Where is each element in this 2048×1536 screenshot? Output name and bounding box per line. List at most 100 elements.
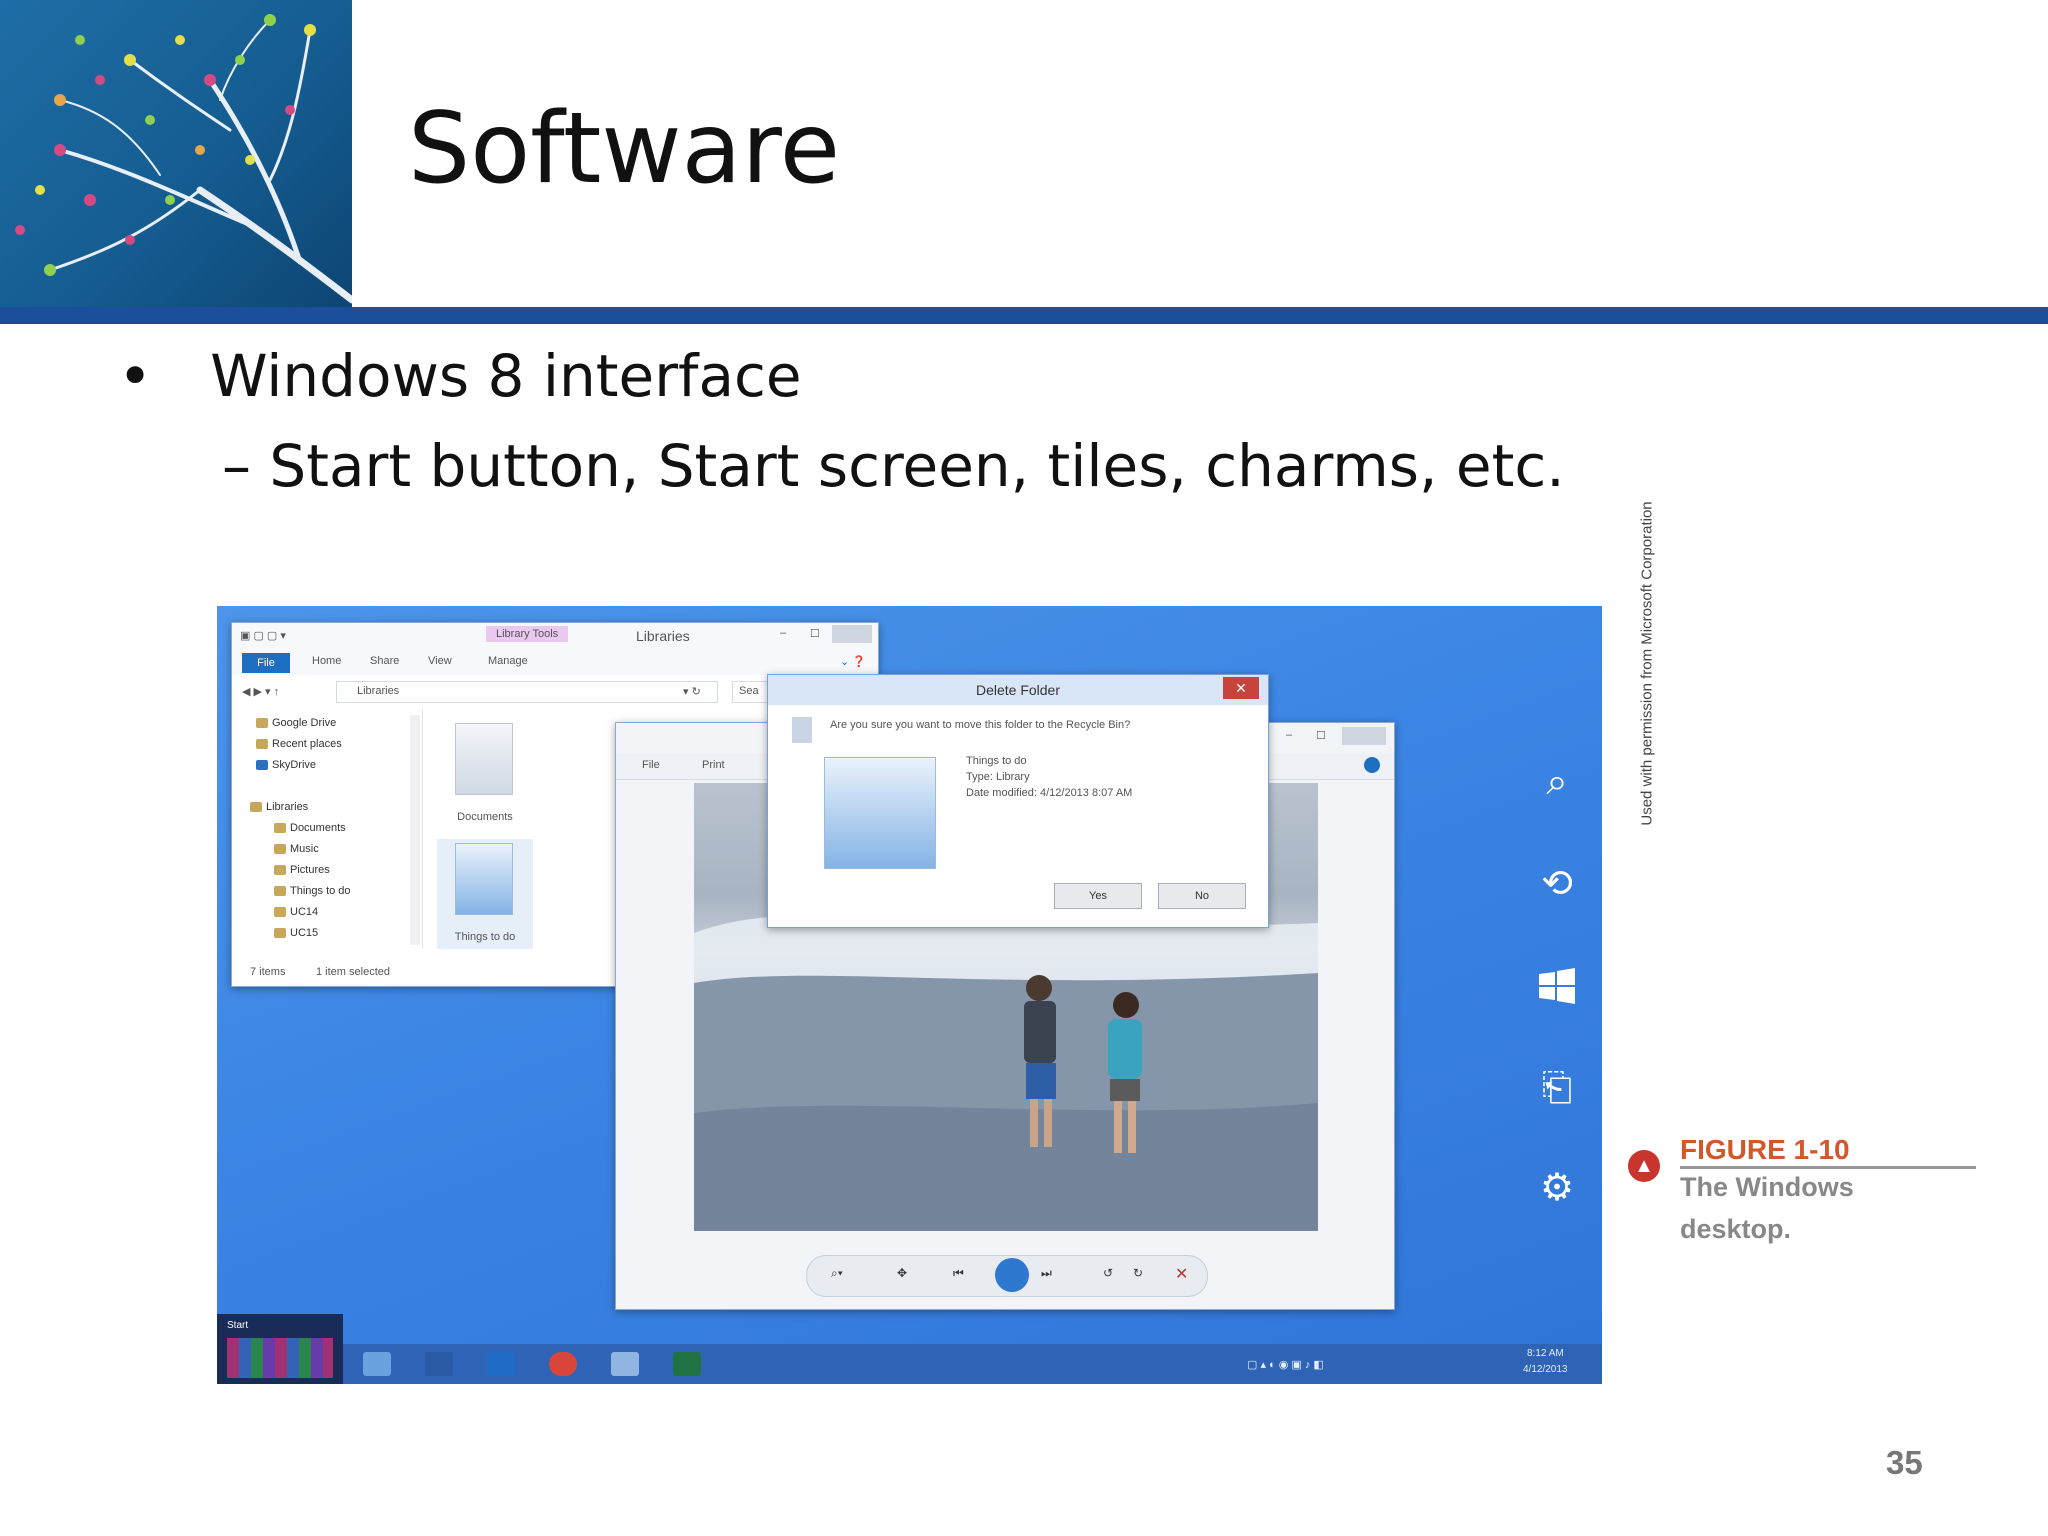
start-screen-thumbnail[interactable]: Start xyxy=(217,1314,343,1384)
zoom-icon[interactable]: ⌕▾ xyxy=(831,1266,843,1281)
nav-item[interactable]: SkyDrive xyxy=(256,759,316,771)
library-tile[interactable]: Documents xyxy=(437,723,533,833)
item-name: Things to do xyxy=(966,755,1027,767)
close-icon[interactable] xyxy=(832,625,872,643)
chrome-icon[interactable] xyxy=(549,1352,577,1376)
library-icon xyxy=(824,757,936,869)
minimize-icon[interactable]: ‒ xyxy=(1286,729,1292,741)
slide-number: 35 xyxy=(1886,1444,1923,1481)
yes-button[interactable]: Yes xyxy=(1054,883,1142,909)
nav-item[interactable]: UC14 xyxy=(274,906,318,918)
rotate-right-icon[interactable]: ↻ xyxy=(1133,1266,1143,1280)
selection-count: 1 item selected xyxy=(316,966,390,978)
credit-line: Used with permission from Microsoft Corp… xyxy=(1634,480,1656,850)
nav-item[interactable]: Google Drive xyxy=(256,717,336,729)
share-icon[interactable]: ⟲ xyxy=(1537,864,1577,904)
help-icon[interactable]: ⌄ ❓ xyxy=(840,655,866,668)
viewer-controls: ⌕▾ ✥ ⏮ ⏭ ↺ ↻ ✕ xyxy=(806,1255,1208,1297)
navigation-pane: Google Drive Recent places SkyDrive Libr… xyxy=(232,709,422,949)
search-icon[interactable]: ⌕ xyxy=(1537,762,1577,802)
item-type: Type: Library xyxy=(966,771,1030,783)
clock-date[interactable]: 4/12/2013 xyxy=(1523,1364,1568,1375)
clock-time[interactable]: 8:12 AM xyxy=(1527,1348,1564,1359)
taskbar: ▢ ▴ ◐ ◉ ▣ ♪ ◧ 8:12 AM 4/12/2013 xyxy=(217,1344,1602,1384)
credit-text: Used with permission from Microsoft Corp… xyxy=(1638,501,1656,826)
slide-title: Software xyxy=(408,92,841,206)
nav-item[interactable]: UC15 xyxy=(274,927,318,939)
header-tree-logo xyxy=(0,0,352,307)
rotate-left-icon[interactable]: ↺ xyxy=(1103,1266,1113,1280)
maximize-icon[interactable]: ☐ xyxy=(810,627,820,640)
figure-rule xyxy=(1680,1166,1976,1169)
dialog-close-button[interactable]: ✕ xyxy=(1223,677,1259,699)
item-count: 7 items xyxy=(250,966,286,978)
outlook-icon[interactable] xyxy=(487,1352,515,1376)
bullet-item: • Windows 8 interface xyxy=(118,342,802,410)
refresh-icon[interactable]: ▾ ↻ xyxy=(683,685,701,698)
library-tile-selected[interactable]: Things to do xyxy=(437,839,533,949)
explorer-title: Libraries xyxy=(636,628,690,644)
tile-grid xyxy=(227,1338,333,1378)
publisher-logo-icon: ▲ xyxy=(1628,1150,1660,1182)
things-to-do-icon xyxy=(455,843,513,915)
nav-item[interactable]: Recent places xyxy=(256,738,342,750)
menu-file[interactable]: File xyxy=(642,759,660,771)
address-text: Libraries xyxy=(357,685,400,697)
explorer-titlebar: ▣ ▢ ▢ ▾ Library Tools Libraries ‒ ☐ xyxy=(232,623,878,651)
nav-item[interactable]: Things to do xyxy=(274,885,351,897)
start-icon[interactable] xyxy=(1537,966,1577,1006)
tab-view[interactable]: View xyxy=(428,655,452,667)
scrollbar[interactable] xyxy=(410,715,420,945)
nav-item[interactable]: Libraries xyxy=(250,801,308,813)
menu-print[interactable]: Print xyxy=(702,759,725,771)
previous-icon[interactable]: ⏮ xyxy=(953,1266,964,1281)
tree-illustration xyxy=(15,14,352,304)
library-label: Documents xyxy=(457,811,513,823)
tab-share[interactable]: Share xyxy=(370,655,399,667)
windows-logo xyxy=(1539,968,1575,1004)
figure-label: FIGURE 1-10 xyxy=(1680,1134,1850,1165)
excel-icon[interactable] xyxy=(673,1352,701,1376)
tray-icons[interactable]: ▢ ▴ ◐ ◉ ▣ ♪ ◧ xyxy=(1247,1358,1324,1371)
library-label: Things to do xyxy=(454,931,516,943)
nav-item[interactable]: Pictures xyxy=(274,864,330,876)
close-icon[interactable] xyxy=(1342,727,1386,745)
back-forward-icons[interactable]: ◀ ▶ ▾ ↑ xyxy=(242,685,279,698)
recycle-bin-icon xyxy=(792,717,812,743)
figure-caption-line-2: desktop. xyxy=(1680,1214,1792,1244)
quick-access-icons[interactable]: ▣ ▢ ▢ ▾ xyxy=(240,629,286,642)
maximize-icon[interactable]: ☐ xyxy=(1316,729,1326,742)
next-icon[interactable]: ⏭ xyxy=(1041,1266,1052,1281)
item-date: Date modified: 4/12/2013 8:07 AM xyxy=(966,787,1133,799)
search-placeholder: Sea xyxy=(739,685,759,697)
ribbon-tabs: File Home Share View Manage ⌄ ❓ xyxy=(232,651,878,676)
minimize-icon[interactable]: ‒ xyxy=(780,627,786,639)
delete-folder-dialog: Delete Folder ✕ Are you sure you want to… xyxy=(767,674,1269,928)
address-bar[interactable]: Libraries ▾ ↻ xyxy=(336,681,718,703)
dialog-question: Are you sure you want to move this folde… xyxy=(830,719,1131,731)
windows-desktop-screenshot: ▣ ▢ ▢ ▾ Library Tools Libraries ‒ ☐ File… xyxy=(217,606,1602,1384)
word-icon[interactable] xyxy=(425,1352,453,1376)
devices-icon[interactable]: ⎗ xyxy=(1537,1068,1577,1108)
contextual-tab-label: Library Tools xyxy=(486,626,569,642)
slideshow-button[interactable] xyxy=(995,1258,1029,1292)
settings-icon[interactable]: ⚙ xyxy=(1537,1168,1577,1208)
tab-home[interactable]: Home xyxy=(312,655,341,667)
bullet-text: Windows 8 interface xyxy=(210,342,802,410)
delete-icon[interactable]: ✕ xyxy=(1175,1264,1188,1284)
figure-caption-line-1: The Windows xyxy=(1680,1172,1854,1202)
actual-size-icon[interactable]: ✥ xyxy=(897,1266,907,1280)
tab-manage[interactable]: Manage xyxy=(488,655,528,667)
ie-icon[interactable] xyxy=(363,1352,391,1376)
dialog-title: Delete Folder xyxy=(768,675,1268,705)
documents-icon xyxy=(455,723,513,795)
nav-item[interactable]: Documents xyxy=(274,822,346,834)
bullet-dot-icon: • xyxy=(118,342,153,410)
nav-item[interactable]: Music xyxy=(274,843,319,855)
tab-file[interactable]: File xyxy=(242,653,290,673)
start-label: Start xyxy=(227,1320,249,1331)
no-button[interactable]: No xyxy=(1158,883,1246,909)
photo-viewer-icon[interactable] xyxy=(611,1352,639,1376)
help-icon[interactable] xyxy=(1364,757,1380,773)
header-rule xyxy=(0,307,2048,324)
